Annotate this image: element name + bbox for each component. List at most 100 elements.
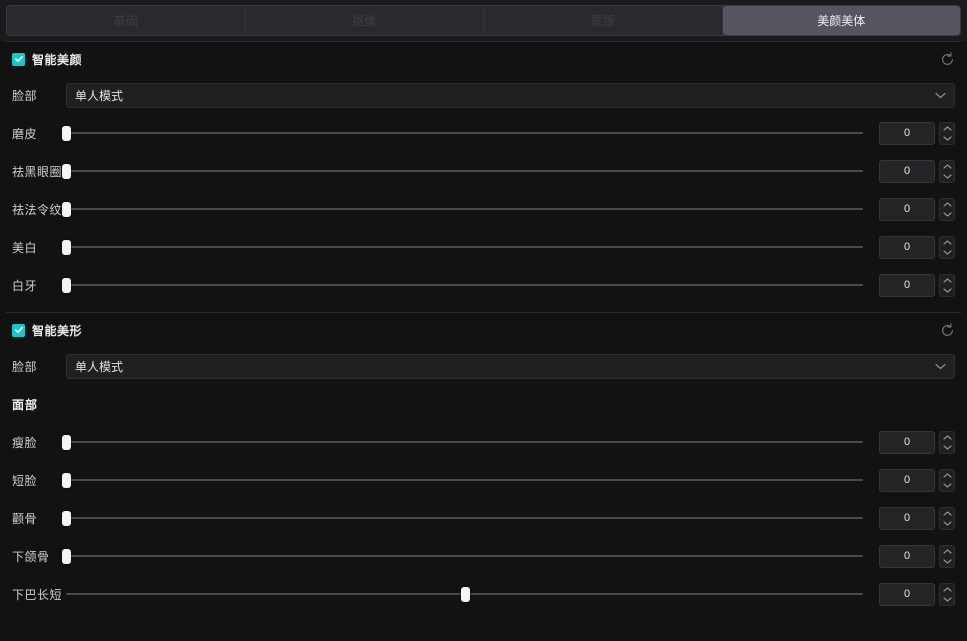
slider-knob[interactable] (62, 202, 71, 217)
value-input-teeth[interactable]: 0 (879, 273, 935, 297)
face-mode-select-beauty[interactable]: 单人模式 (66, 82, 955, 108)
stepper-up-icon (942, 510, 952, 516)
chevron-down-icon (935, 92, 946, 99)
slider-jawbone[interactable] (62, 543, 863, 569)
stepper-dark-circles[interactable] (939, 159, 955, 183)
face-mode-select-shaping[interactable]: 单人模式 (66, 353, 955, 379)
slider-knob[interactable] (62, 473, 71, 488)
slider-label-teeth: 白牙 (12, 278, 38, 293)
slider-slim-face[interactable] (62, 429, 863, 455)
tab-mask[interactable]: 蒙版 (484, 6, 723, 35)
row-slider-short-face: 短脸 0 (0, 461, 967, 499)
smart-beauty-title: 智能美颜 (32, 52, 83, 67)
smart-shaping-checkbox[interactable] (12, 323, 25, 337)
value-input-cheekbone[interactable]: 0 (879, 506, 935, 530)
row-slider-chin-length: 下巴长短 0 (0, 575, 967, 613)
stepper-cheekbone[interactable] (939, 506, 955, 530)
slider-track (66, 441, 863, 443)
slider-short-face[interactable] (62, 467, 863, 493)
slider-knob[interactable] (62, 435, 71, 450)
slider-track (66, 132, 863, 134)
reset-icon[interactable] (937, 320, 957, 340)
value-input-whitening[interactable]: 0 (879, 235, 935, 259)
stepper-down-icon (942, 211, 952, 217)
slider-chin-length[interactable] (66, 581, 863, 607)
slider-track (66, 208, 863, 210)
slider-label-smoothing: 磨皮 (12, 126, 38, 141)
slider-knob[interactable] (62, 511, 71, 526)
slider-whitening[interactable] (62, 234, 863, 260)
slider-track (66, 170, 863, 172)
stepper-down-icon (942, 596, 952, 602)
value-input-smoothing[interactable]: 0 (879, 121, 935, 145)
slider-dark-circles[interactable] (62, 158, 863, 184)
slider-label-dark-circles: 祛黑眼圈 (12, 164, 63, 179)
slider-label-jawbone: 下颌骨 (12, 549, 50, 564)
slider-knob[interactable] (62, 278, 71, 293)
stepper-down-icon (942, 444, 952, 450)
stepper-chin-length[interactable] (939, 582, 955, 606)
slider-track (66, 517, 863, 519)
stepper-up-icon (942, 434, 952, 440)
section-header-smart-beauty: 智能美颜 (0, 42, 967, 76)
value-input-slim-face[interactable]: 0 (879, 430, 935, 454)
stepper-down-icon (942, 520, 952, 526)
value-input-chin-length[interactable]: 0 (879, 582, 935, 606)
stepper-short-face[interactable] (939, 468, 955, 492)
slider-label-cheekbone: 颧骨 (12, 511, 38, 526)
row-slider-whitening: 美白 0 (0, 228, 967, 266)
slider-track (66, 555, 863, 557)
slider-label-whitening: 美白 (12, 240, 38, 255)
stepper-down-icon (942, 558, 952, 564)
row-slider-dark-circles: 祛黑眼圈 0 (0, 152, 967, 190)
row-slider-cheekbone: 颧骨 0 (0, 499, 967, 537)
value-input-jawbone[interactable]: 0 (879, 544, 935, 568)
stepper-whitening[interactable] (939, 235, 955, 259)
smart-shaping-title: 智能美形 (32, 323, 83, 338)
stepper-slim-face[interactable] (939, 430, 955, 454)
stepper-jawbone[interactable] (939, 544, 955, 568)
stepper-up-icon (942, 277, 952, 283)
stepper-down-icon (942, 135, 952, 141)
slider-smoothing[interactable] (62, 120, 863, 146)
slider-teeth[interactable] (62, 272, 863, 298)
value-input-nasolabial[interactable]: 0 (879, 197, 935, 221)
row-subhead-face: 面部 (0, 385, 967, 423)
slider-knob[interactable] (62, 549, 71, 564)
slider-knob[interactable] (62, 126, 71, 141)
stepper-down-icon (942, 482, 952, 488)
slider-knob[interactable] (62, 164, 71, 179)
beauty-settings-panel: 智能美颜 脸部 单人模式 磨皮 0 祛黑眼圈 0 祛法令纹 0 美白 0 白牙 … (0, 41, 967, 641)
stepper-up-icon (942, 472, 952, 478)
stepper-smoothing[interactable] (939, 121, 955, 145)
smart-beauty-checkbox[interactable] (12, 52, 25, 66)
slider-track (66, 479, 863, 481)
face-label-beauty: 脸部 (12, 88, 38, 103)
slider-label-chin-length: 下巴长短 (12, 587, 63, 602)
slider-track (66, 246, 863, 248)
stepper-up-icon (942, 586, 952, 592)
value-input-dark-circles[interactable]: 0 (879, 159, 935, 183)
tab-beauty[interactable]: 美颜美体 (722, 6, 960, 35)
slider-cheekbone[interactable] (62, 505, 863, 531)
row-slider-jawbone: 下颌骨 0 (0, 537, 967, 575)
stepper-teeth[interactable] (939, 273, 955, 297)
tab-bar: 基础 抠像 蒙版 美颜美体 (0, 0, 967, 41)
slider-knob[interactable] (460, 587, 470, 602)
slider-label-short-face: 短脸 (12, 473, 38, 488)
slider-knob[interactable] (62, 240, 71, 255)
subhead-face: 面部 (12, 397, 39, 412)
stepper-down-icon (942, 287, 952, 293)
chevron-down-icon (935, 363, 946, 370)
stepper-nasolabial[interactable] (939, 197, 955, 221)
face-mode-value-shaping: 单人模式 (75, 359, 124, 374)
slider-label-nasolabial: 祛法令纹 (12, 202, 63, 217)
tab-chroma-key[interactable]: 抠像 (246, 6, 484, 35)
tab-strip: 基础 抠像 蒙版 美颜美体 (6, 5, 961, 36)
row-slider-nasolabial: 祛法令纹 0 (0, 190, 967, 228)
slider-nasolabial[interactable] (62, 196, 863, 222)
row-slider-teeth: 白牙 0 (0, 266, 967, 304)
reset-icon[interactable] (937, 49, 957, 69)
tab-basic[interactable]: 基础 (7, 6, 246, 35)
value-input-short-face[interactable]: 0 (879, 468, 935, 492)
